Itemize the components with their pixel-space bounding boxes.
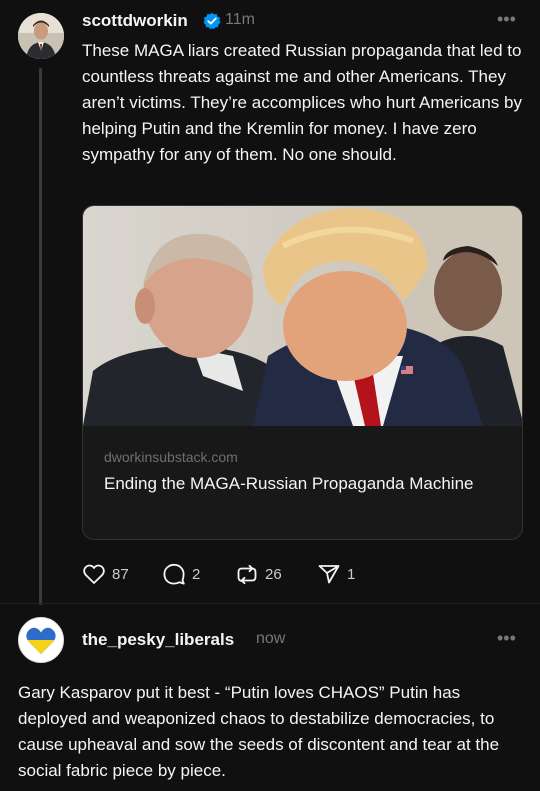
post-time: now [256, 630, 286, 647]
post-scottdworkin: scottdworkin 11m ••• These MAGA liars cr… [0, 0, 540, 605]
share-icon [317, 562, 341, 586]
username[interactable]: scottdworkin [82, 11, 188, 31]
repost-button[interactable]: 26 [235, 560, 282, 588]
repost-icon [235, 562, 259, 586]
link-card-domain: dworkinsubstack.com [104, 449, 238, 465]
username[interactable]: the_pesky_liberals [82, 630, 234, 650]
repost-count: 26 [265, 565, 282, 583]
like-button[interactable]: 87 [82, 560, 129, 588]
post-text: Gary Kasparov put it best - “Putin loves… [18, 683, 500, 780]
reply-count: 2 [192, 565, 201, 583]
link-card-image [83, 206, 522, 426]
link-card-title[interactable]: Ending the MAGA-Russian Propaganda Machi… [104, 471, 484, 497]
verified-badge-icon [203, 12, 221, 30]
more-icon[interactable]: ••• [497, 628, 516, 649]
link-card[interactable]: dworkinsubstack.com Ending the MAGA-Russ… [82, 205, 523, 540]
share-count: 1 [347, 565, 356, 583]
more-icon[interactable]: ••• [497, 9, 516, 30]
post-divider [0, 603, 540, 604]
post-actions: 87 2 26 1 [82, 560, 382, 588]
share-button[interactable]: 1 [317, 560, 355, 588]
comment-button[interactable]: 2 [162, 560, 200, 588]
thread-line [39, 68, 42, 605]
like-count: 87 [112, 565, 129, 583]
avatar-the-pesky-liberals[interactable] [18, 617, 64, 663]
comment-icon [162, 562, 186, 586]
post-time: 11m [225, 11, 255, 28]
post-text: These MAGA liars created Russian propaga… [82, 41, 522, 164]
heart-icon [82, 562, 106, 586]
avatar-scottdworkin[interactable] [18, 13, 64, 59]
